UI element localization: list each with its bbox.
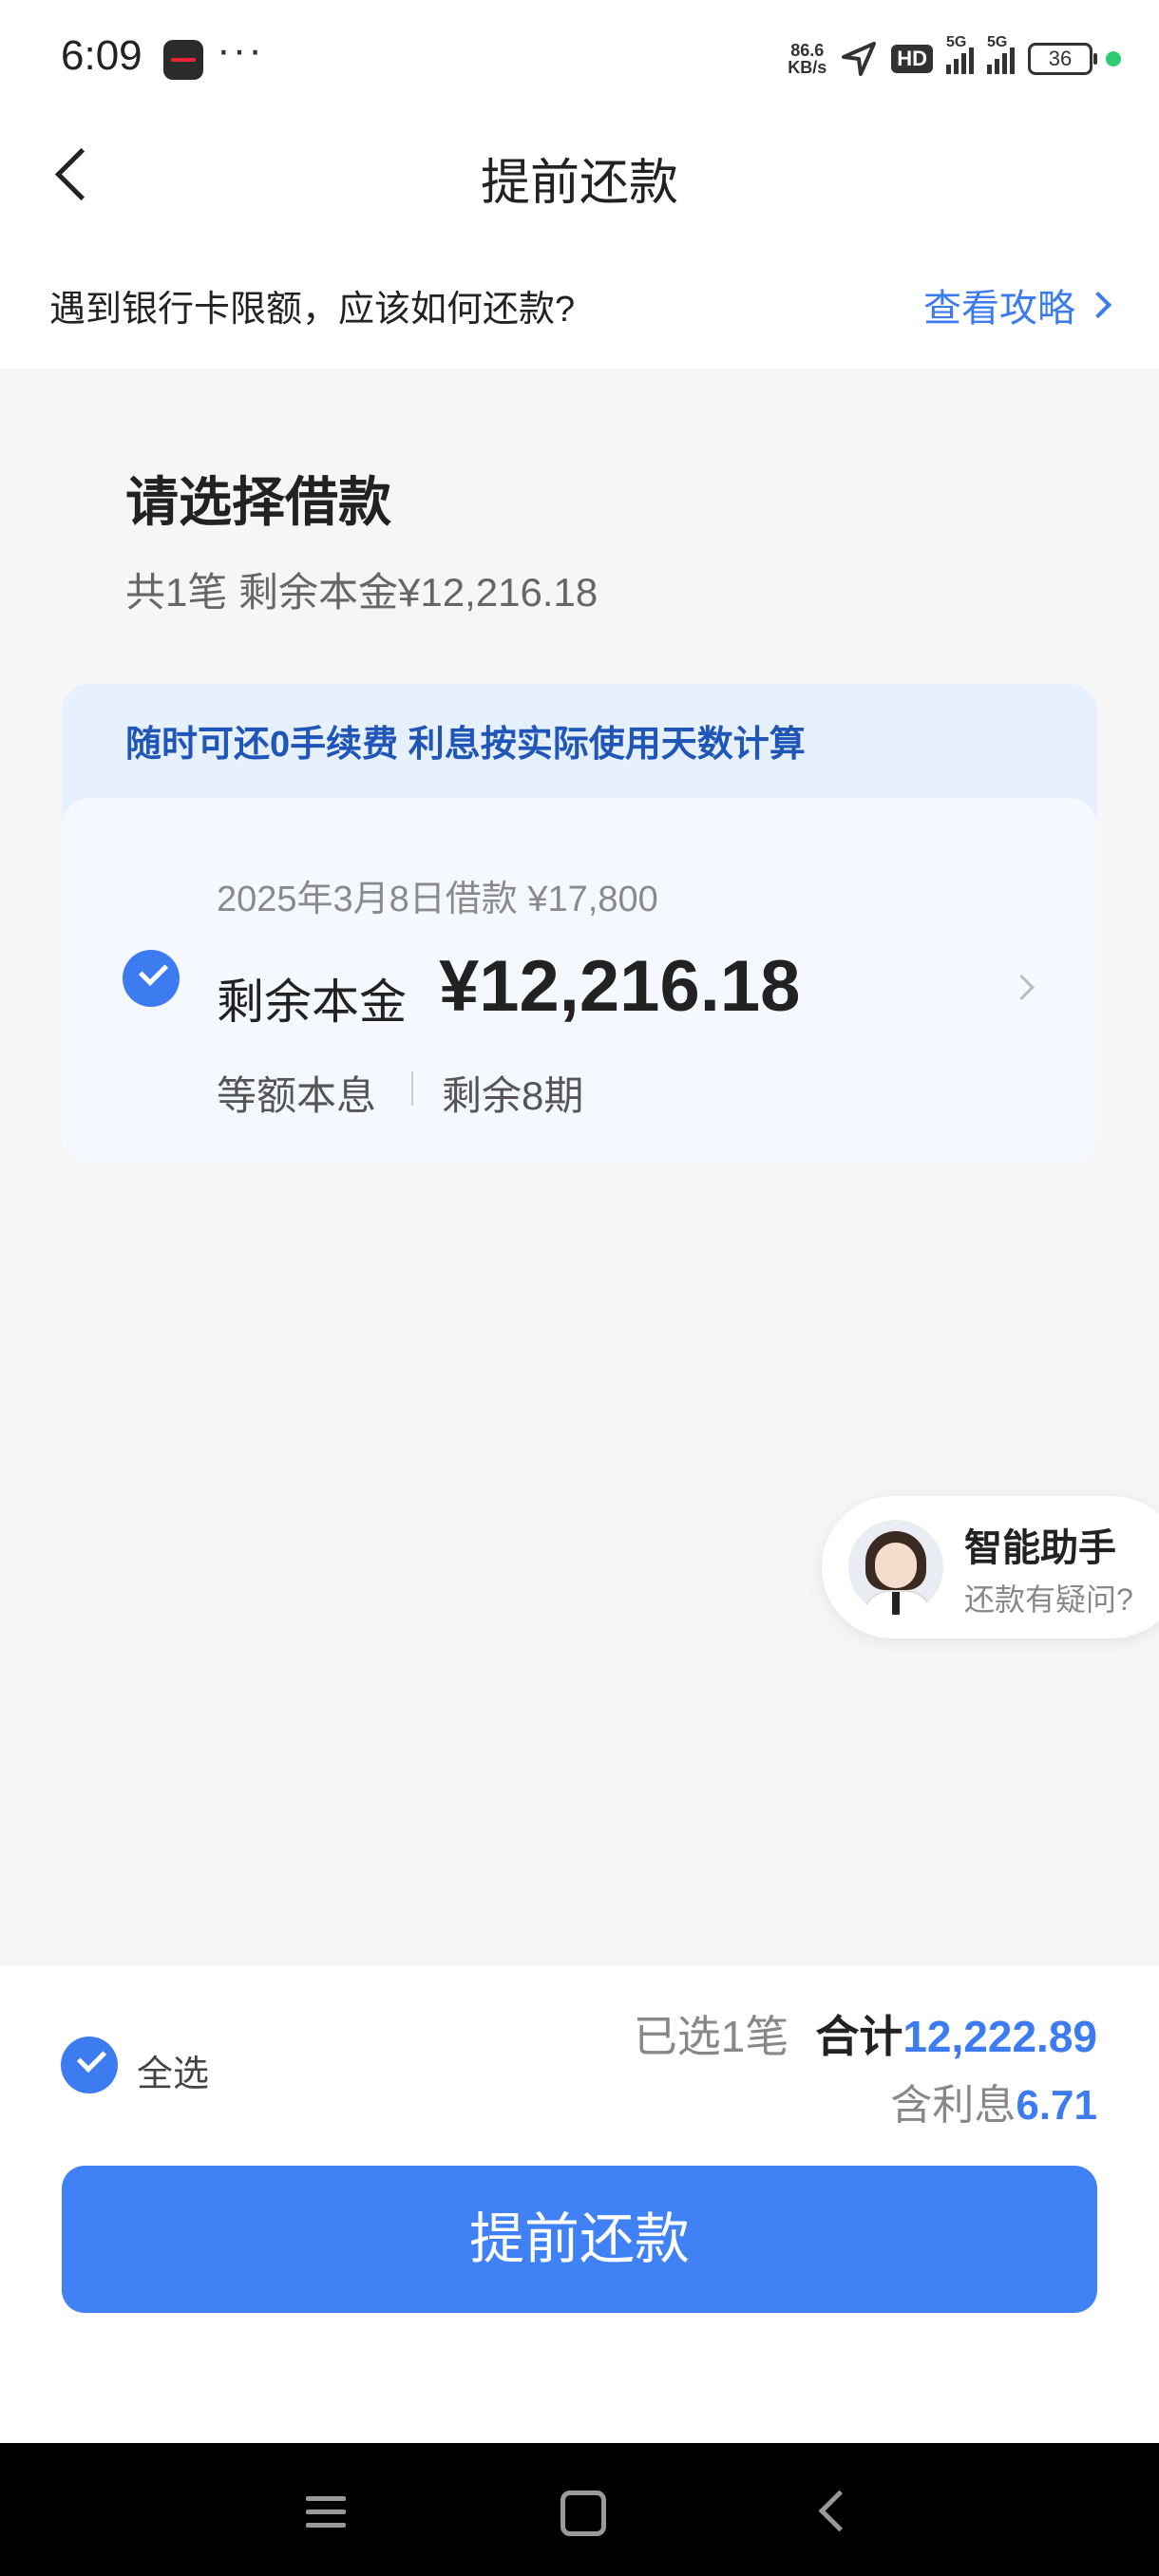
- page-title: 提前还款: [480, 156, 678, 211]
- loan-item[interactable]: 2025年3月8日借款 ¥17,800 剩余本金 ¥12,216.18 等额本息…: [62, 798, 1097, 1164]
- top-navigation: 提前还款: [0, 114, 1159, 237]
- total-value: 12,222.89: [902, 2012, 1097, 2061]
- divider: [411, 1071, 413, 1106]
- select-all-checkbox[interactable]: [61, 2036, 118, 2093]
- interest-line: 含利息 6.71: [890, 2071, 1097, 2131]
- interest-value: 6.71: [1016, 2082, 1097, 2129]
- view-guide-link[interactable]: 查看攻略: [923, 277, 1112, 332]
- signal-icon: 5G: [946, 34, 974, 74]
- battery-icon: 36: [1028, 43, 1097, 75]
- status-bar: 6:09 ··· 86.6 KB/s HD 5G 5G 36: [0, 0, 1159, 114]
- network-speed: 86.6 KB/s: [788, 41, 827, 77]
- assistant-avatar: [848, 1520, 943, 1615]
- assistant-title: 智能助手: [964, 1527, 1116, 1569]
- remaining-periods: 剩余8期: [442, 1073, 584, 1118]
- section-title: 请选择借款: [125, 472, 391, 532]
- select-all-label[interactable]: 全选: [137, 2044, 209, 2096]
- chevron-right-icon: [1084, 291, 1112, 319]
- repay-type: 等额本息: [217, 1073, 377, 1118]
- loan-date: 2025年3月8日借款 ¥17,800: [217, 880, 658, 919]
- tip-text: 遇到银行卡限额，应该如何还款?: [49, 290, 576, 330]
- hd-icon: HD: [891, 45, 933, 73]
- privacy-indicator-dot: [1106, 51, 1121, 66]
- selected-count: 已选1笔: [633, 2012, 789, 2061]
- loan-card: 随时可还0手续费 利息按实际使用天数计算 2025年3月8日借款 ¥17,800…: [62, 684, 1097, 1164]
- remaining-principal-amount: ¥12,216.18: [439, 946, 801, 1027]
- status-time: 6:09: [61, 32, 142, 79]
- prepay-button[interactable]: 提前还款: [62, 2166, 1097, 2313]
- home-icon[interactable]: [560, 2491, 606, 2536]
- system-navigation-bar: [0, 2443, 1159, 2576]
- location-icon: [842, 42, 877, 76]
- remaining-principal-label: 剩余本金: [217, 975, 407, 1029]
- bottom-action-bar: 全选 已选1笔 合计 12,222.89 含利息 6.71 提前还款: [0, 1966, 1159, 2443]
- loan-checkbox[interactable]: [123, 950, 180, 1007]
- total-line: 已选1笔 合计 12,222.89: [634, 2002, 1097, 2065]
- smart-assistant-button[interactable]: 智能助手 还款有疑问?: [822, 1496, 1159, 1638]
- assistant-subtitle: 还款有疑问?: [964, 1582, 1133, 1617]
- view-guide-label: 查看攻略: [923, 288, 1075, 330]
- more-notifications-icon: ···: [217, 27, 264, 73]
- menu-icon[interactable]: [306, 2496, 346, 2529]
- back-icon[interactable]: [818, 2490, 861, 2532]
- card-banner: 随时可还0手续费 利息按实际使用天数计算: [125, 725, 806, 765]
- recorder-app-icon: [163, 40, 203, 80]
- chevron-right-icon: [1009, 975, 1035, 1000]
- total-label: 合计: [815, 2012, 903, 2061]
- interest-label: 含利息: [890, 2082, 1016, 2129]
- tip-bar: 遇到银行卡限额，应该如何还款? 查看攻略: [0, 237, 1159, 369]
- signal-icon-2: 5G: [987, 34, 1015, 74]
- section-subtitle: 共1笔 剩余本金¥12,216.18: [125, 570, 598, 615]
- status-indicators: 86.6 KB/s HD 5G 5G 36: [788, 34, 1121, 82]
